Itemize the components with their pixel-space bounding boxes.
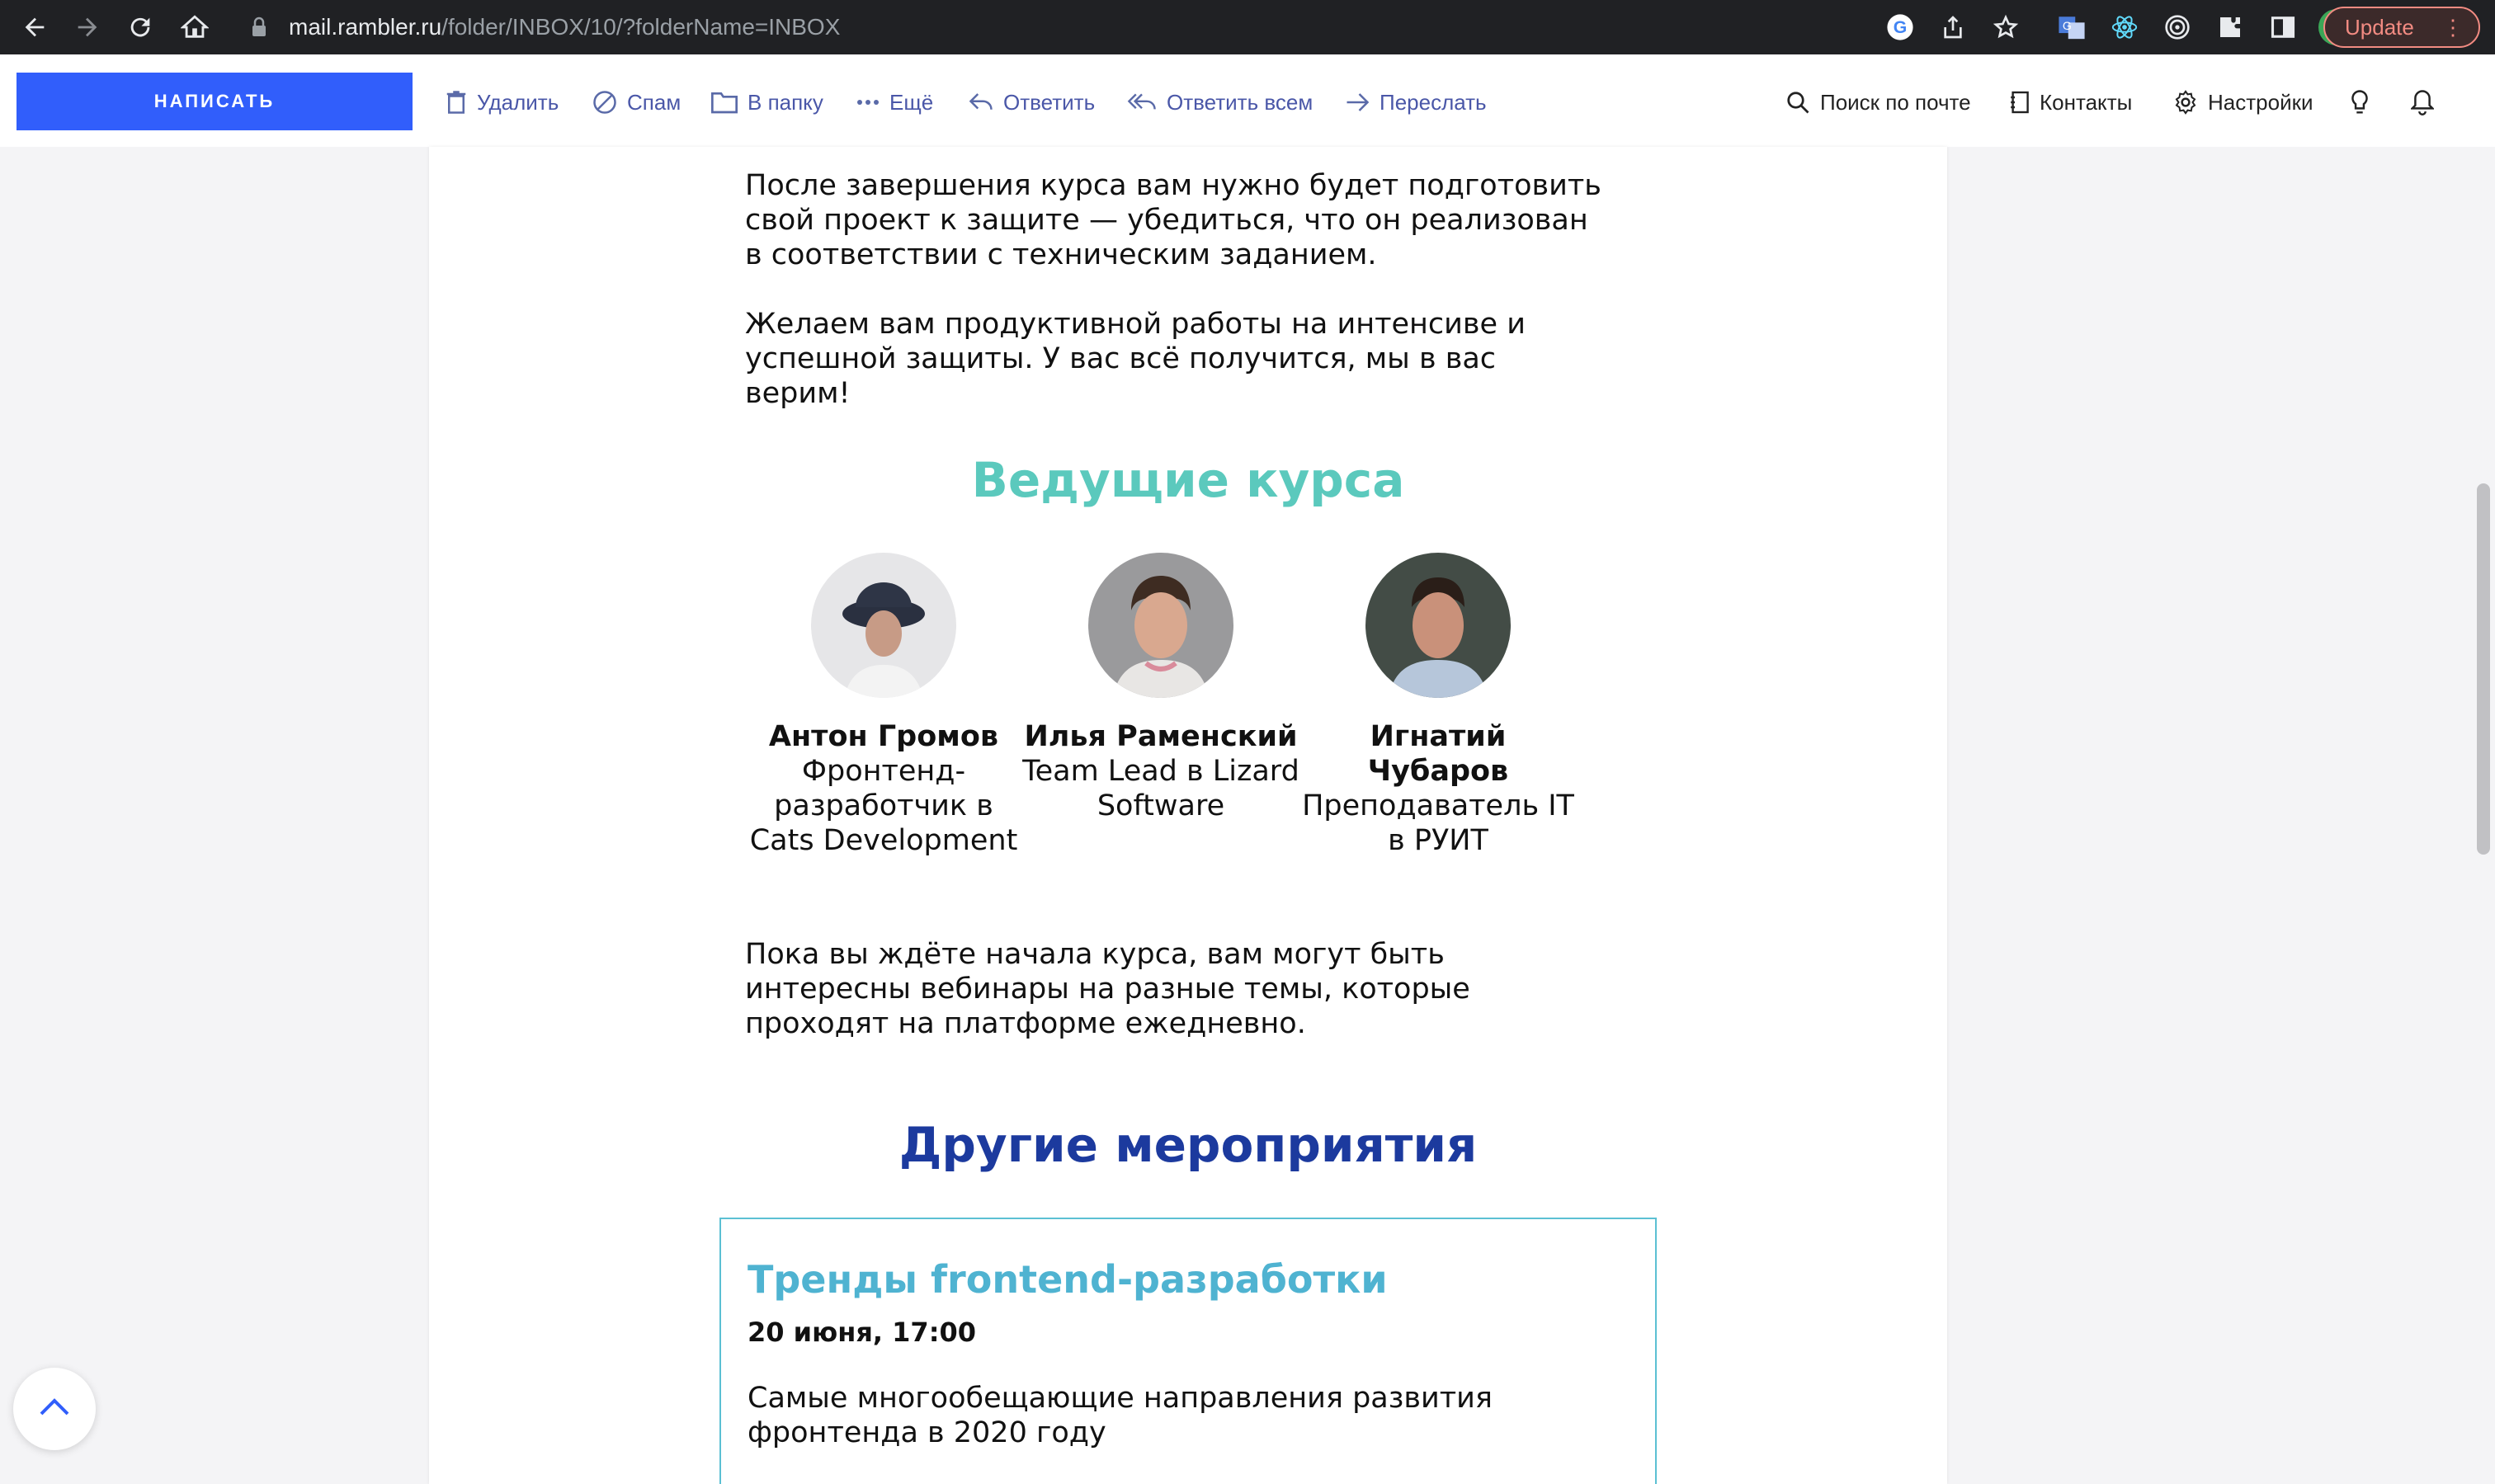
react-icon[interactable] <box>2107 10 2142 45</box>
paragraph-webinars: Пока вы ждёте начала курса, вам могут бы… <box>745 938 1470 1040</box>
translate-icon[interactable]: G <box>2054 10 2089 45</box>
teacher-role: Преподаватель IT в РУИТ <box>1302 789 1574 857</box>
reply-icon <box>969 92 993 113</box>
reply-all-label: Ответить всем <box>1167 89 1314 115</box>
paragraph-wishes: Желаем вам продуктивной работы на интенс… <box>745 308 1526 410</box>
lightbulb-icon <box>2350 89 2370 115</box>
teacher-name: Игнатий Чубаров <box>1367 720 1509 788</box>
reply-all-button[interactable]: Ответить всем <box>1127 84 1313 120</box>
more-dots-icon <box>856 98 880 106</box>
star-icon[interactable] <box>1988 10 2023 45</box>
url-host: mail.rambler.ru <box>289 14 442 40</box>
search-icon <box>1785 90 1810 115</box>
settings-label: Настройки <box>2208 89 2313 115</box>
contacts-button[interactable]: Контакты <box>2010 84 2132 120</box>
teacher-card: Илья Раменский Team Lead в Lizard Softwa… <box>1021 553 1301 823</box>
forward-button[interactable]: Переслать <box>1345 84 1487 120</box>
reply-button[interactable]: Ответить <box>969 84 1095 120</box>
reply-label: Ответить <box>1003 89 1096 115</box>
sidepanel-icon[interactable] <box>2266 10 2300 45</box>
spam-label: Спам <box>627 89 682 115</box>
address-bar[interactable]: mail.rambler.ru/folder/INBOX/10/?folderN… <box>231 5 1865 49</box>
teacher-role: Фронтенд-разработчик в Cats Development <box>749 755 1018 857</box>
delete-button[interactable]: Удалить <box>446 84 559 120</box>
update-label: Update <box>2345 14 2414 40</box>
home-icon[interactable] <box>168 0 221 54</box>
event-card[interactable]: Тренды frontend-разработки 20 июня, 17:0… <box>719 1218 1657 1484</box>
folder-label: В папку <box>748 89 823 115</box>
gear-icon <box>2173 90 2198 115</box>
event-date: 20 июня, 17:00 <box>748 1317 977 1348</box>
move-to-folder-button[interactable]: В папку <box>711 84 823 120</box>
more-button[interactable]: Ещё <box>856 84 933 120</box>
forward-arrow-icon <box>1345 92 1370 113</box>
more-label: Ещё <box>889 89 934 115</box>
event-description: Самые многообещающие направления развити… <box>748 1382 1493 1449</box>
lock-icon[interactable] <box>248 15 271 40</box>
reload-icon[interactable] <box>114 0 167 54</box>
spam-icon <box>592 90 617 115</box>
spam-button[interactable]: Спам <box>592 84 681 120</box>
forward-label: Переслать <box>1380 89 1487 115</box>
svg-text:G: G <box>2063 20 2072 33</box>
chevron-up-icon <box>38 1397 71 1420</box>
extension-bar: G G A <box>1883 0 2355 54</box>
teachers-heading: Ведущие курса <box>971 452 1405 508</box>
events-heading: Другие мероприятия <box>898 1117 1478 1173</box>
menu-dots-icon[interactable]: ⋮ <box>2442 15 2464 40</box>
teacher-name: Антон Громов <box>768 720 999 753</box>
svg-text:G: G <box>1894 17 1908 37</box>
notifications-button[interactable] <box>2411 84 2434 120</box>
target-icon[interactable] <box>2160 10 2195 45</box>
contacts-icon <box>2010 90 2030 115</box>
search-mail-button[interactable]: Поиск по почте <box>1785 84 1971 120</box>
folder-icon <box>711 91 738 114</box>
teacher-avatar <box>1365 553 1511 698</box>
bell-icon <box>2411 89 2434 115</box>
search-label: Поиск по почте <box>1820 89 1971 115</box>
url-path: /folder/INBOX/10/?folderName=INBOX <box>441 14 841 40</box>
google-icon[interactable]: G <box>1883 10 1917 45</box>
browser-toolbar: mail.rambler.ru/folder/INBOX/10/?folderN… <box>0 0 2495 54</box>
teacher-role: Team Lead в Lizard Software <box>1022 755 1299 822</box>
scrollbar-thumb[interactable] <box>2477 483 2490 855</box>
trash-icon <box>446 90 467 115</box>
forward-icon[interactable] <box>61 0 114 54</box>
teacher-avatar <box>1088 553 1233 698</box>
compose-button[interactable]: НАПИСАТЬ <box>17 73 413 130</box>
teacher-card: Антон Громов Фронтенд-разработчик в Cats… <box>743 553 1024 858</box>
paragraph-project-defense: После завершения курса вам нужно будет п… <box>745 169 1601 271</box>
mail-toolbar: НАПИСАТЬ Удалить Спам В папку Ещё Ответи… <box>0 54 2495 147</box>
teacher-card: Игнатий Чубаров Преподаватель IT в РУИТ <box>1298 553 1578 858</box>
contacts-label: Контакты <box>2040 89 2133 115</box>
puzzle-icon[interactable] <box>2213 10 2247 45</box>
teacher-name: Илья Раменский <box>1024 720 1298 753</box>
update-button[interactable]: Update ⋮ <box>2323 7 2480 48</box>
delete-label: Удалить <box>477 89 559 115</box>
reply-all-icon <box>1127 92 1157 113</box>
event-title[interactable]: Тренды frontend-разработки <box>748 1257 1388 1302</box>
tips-button[interactable] <box>2350 84 2370 120</box>
back-icon[interactable] <box>8 0 61 54</box>
teacher-avatar <box>811 553 956 698</box>
share-icon[interactable] <box>1936 10 1970 45</box>
scroll-to-top-button[interactable] <box>13 1368 96 1450</box>
settings-button[interactable]: Настройки <box>2173 84 2313 120</box>
